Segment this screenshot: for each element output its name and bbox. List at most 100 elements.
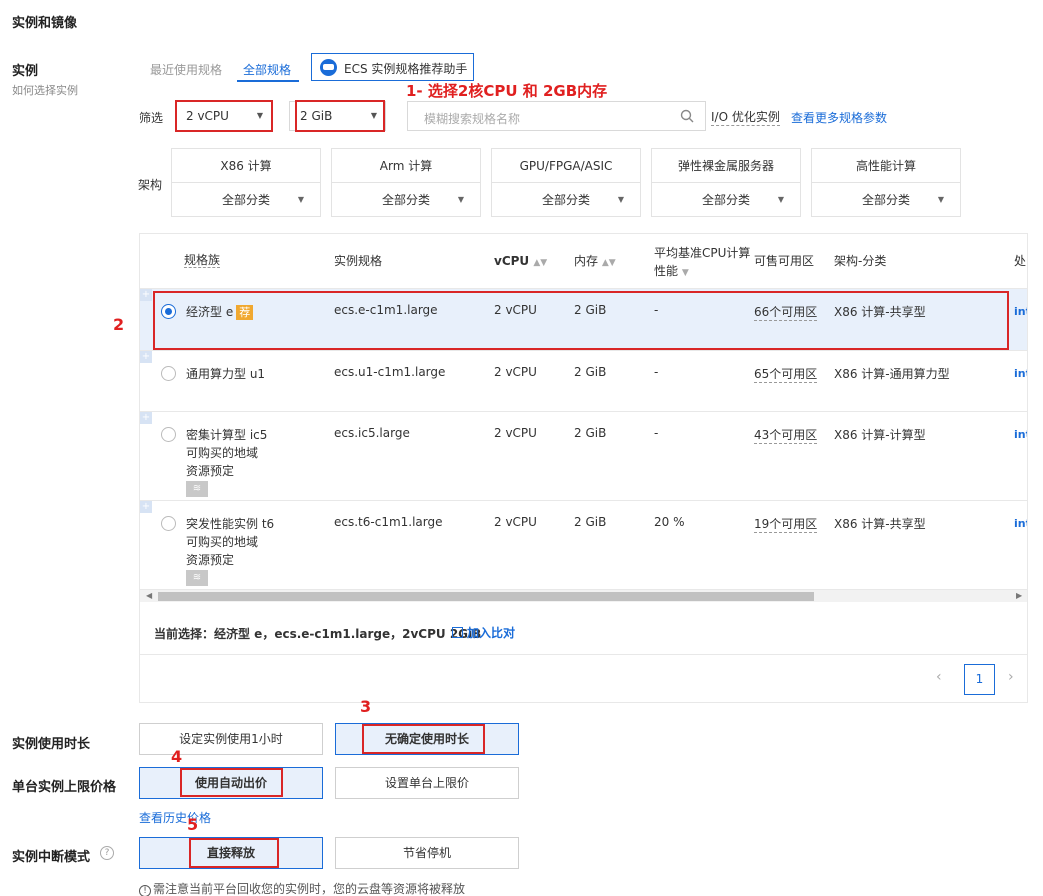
caret-down-icon: ▼ [777, 195, 784, 204]
family-cell: 突发性能实例 t6 [186, 517, 275, 531]
table-row[interactable]: + 经济型 e荐 ecs.e-c1m1.large 2 vCPU 2 GiB -… [140, 288, 1027, 350]
arch-bare-metal[interactable]: 弹性裸金属服务器 全部分类 ▼ [651, 148, 801, 217]
spec-search-input[interactable]: 模糊搜索规格名称 [407, 101, 706, 131]
row-radio[interactable] [161, 304, 176, 319]
family-cell: 经济型 e荐 [186, 303, 254, 320]
memory-select[interactable]: 2 GiB ▼ [289, 101, 386, 131]
scrollbar-thumb[interactable] [158, 592, 814, 601]
plus-icon: + [140, 289, 152, 301]
tab-recent-specs[interactable]: 最近使用规格 [150, 61, 222, 78]
add-compare-button[interactable]: 加入比对 [452, 624, 515, 641]
search-placeholder: 模糊搜索规格名称 [424, 112, 521, 126]
arch-value: 全部分类 [861, 193, 910, 207]
memory-cell: 2 GiB [574, 426, 607, 440]
family-cell: 通用算力型 u1 [186, 367, 266, 381]
row-radio[interactable] [161, 366, 176, 381]
row-radio[interactable] [161, 427, 176, 442]
spec-cell: ecs.t6-c1m1.large [334, 515, 443, 529]
arch-x86[interactable]: X86 计算 全部分类 ▼ [171, 148, 321, 217]
scroll-right-icon[interactable]: ▶ [1016, 591, 1022, 600]
arch-arm[interactable]: Arm 计算 全部分类 ▼ [331, 148, 481, 217]
arch-gpu[interactable]: GPU/FPGA/ASIC 全部分类 ▼ [491, 148, 641, 217]
duration-label: 实例使用时长 [12, 737, 91, 752]
regions-link[interactable]: 可购买的地域 [186, 444, 258, 461]
more-params-link[interactable]: 查看更多规格参数 [791, 109, 887, 126]
zones-cell[interactable]: 43个可用区 [754, 426, 818, 444]
annotation-3: 3 [360, 697, 372, 716]
filter-icon: ▼ [681, 268, 689, 278]
header-family[interactable]: 规格族 [184, 253, 221, 268]
arch-hpc[interactable]: 高性能计算 全部分类 ▼ [811, 148, 961, 217]
reserve-link[interactable]: 资源预定 [186, 551, 234, 568]
plus-icon: + [140, 351, 152, 363]
spec-cell: ecs.u1-c1m1.large [334, 365, 446, 379]
sort-icon: ▲▼ [533, 258, 548, 268]
plus-icon: + [140, 412, 152, 424]
header-vcpu[interactable]: vCPU ▲▼ [494, 234, 547, 288]
ecs-assistant-label: ECS 实例规格推荐助手 [344, 62, 468, 76]
tab-underline [237, 80, 299, 82]
search-icon[interactable] [680, 109, 694, 123]
price-history-link[interactable]: 查看历史价格 [139, 809, 211, 826]
arch-label: 架构 [138, 178, 163, 192]
perf-cell: - [654, 365, 659, 379]
annotation-4: 4 [171, 747, 183, 766]
ecs-assistant-button[interactable]: ECS 实例规格推荐助手 [311, 53, 474, 81]
scroll-left-icon[interactable]: ◀ [146, 591, 152, 600]
sort-icon: ▲▼ [601, 258, 616, 268]
stop-save-button[interactable]: 节省停机 [335, 837, 519, 869]
caret-down-icon: ▼ [617, 195, 624, 204]
perf-cell: - [654, 426, 659, 440]
zones-cell[interactable]: 66个可用区 [754, 303, 818, 321]
arch-cell: X86 计算-共享型 [834, 305, 926, 319]
prev-page-icon[interactable]: ‹ [936, 669, 942, 685]
help-icon[interactable]: ? [100, 846, 114, 860]
zones-cell[interactable]: 19个可用区 [754, 515, 818, 533]
caret-down-icon: ▼ [297, 195, 304, 204]
table-row[interactable]: + 突发性能实例 t6 可购买的地域 资源预定 ≋ ecs.t6-c1m1.la… [140, 500, 1027, 589]
plus-icon: + [140, 501, 152, 513]
vcpu-cell: 2 vCPU [494, 303, 537, 317]
header-arch: 架构-分类 [834, 254, 887, 268]
reserve-link[interactable]: 资源预定 [186, 462, 234, 479]
set-max-price-button[interactable]: 设置单台上限价 [335, 767, 519, 799]
duration-unlimited-button[interactable]: 无确定使用时长 [335, 723, 519, 755]
spec-cell: ecs.ic5.large [334, 426, 410, 440]
arch-name: X86 计算 [172, 149, 320, 183]
vcpu-cell: 2 vCPU [494, 426, 537, 440]
arch-value: 全部分类 [541, 193, 590, 207]
vcpu-select[interactable]: 2 vCPU ▼ [175, 101, 272, 131]
row-radio[interactable] [161, 516, 176, 531]
auto-bid-button[interactable]: 使用自动出价 [139, 767, 323, 799]
caret-down-icon: ▼ [457, 195, 464, 204]
page-1-button[interactable]: 1 [964, 664, 995, 695]
header-cpu-perf[interactable]: 平均基准CPU计算性能 ▼ [654, 244, 754, 282]
release-directly-button[interactable]: 直接释放 [139, 837, 323, 869]
arch-name: 弹性裸金属服务器 [652, 149, 800, 183]
arch-cell: X86 计算-计算型 [834, 428, 926, 442]
intel-logo: intel [1014, 428, 1027, 441]
vcpu-cell: 2 vCPU [494, 515, 537, 529]
table-row[interactable]: + 通用算力型 u1 ecs.u1-c1m1.large 2 vCPU 2 Gi… [140, 350, 1027, 411]
regions-link[interactable]: 可购买的地域 [186, 533, 258, 550]
header-zones: 可售可用区 [754, 254, 815, 268]
arch-value: 全部分类 [221, 193, 270, 207]
how-to-choose-link[interactable]: 如何选择实例 [12, 82, 78, 98]
arch-value: 全部分类 [381, 193, 430, 207]
header-processor: 处 [1014, 254, 1027, 268]
perf-cell: 20 % [654, 515, 685, 529]
horizontal-scrollbar[interactable]: ◀ ▶ [140, 589, 1027, 602]
annotation-2: 2 [113, 315, 125, 334]
zones-cell[interactable]: 65个可用区 [754, 365, 818, 383]
tab-all-specs[interactable]: 全部规格 [243, 61, 291, 78]
compare-icon [452, 627, 463, 638]
next-page-icon[interactable]: › [1008, 669, 1014, 685]
duration-1h-button[interactable]: 设定实例使用1小时 [139, 723, 323, 755]
table-row[interactable]: + 密集计算型 ic5 可购买的地域 资源预定 ≋ ecs.ic5.large … [140, 411, 1027, 500]
intel-logo: intel [1014, 517, 1027, 530]
header-memory[interactable]: 内存 ▲▼ [574, 234, 616, 288]
perf-cell: - [654, 303, 659, 317]
grey-badge-icon: ≋ [186, 481, 208, 497]
arch-name: GPU/FPGA/ASIC [492, 149, 640, 183]
annotation-5: 5 [187, 815, 199, 834]
